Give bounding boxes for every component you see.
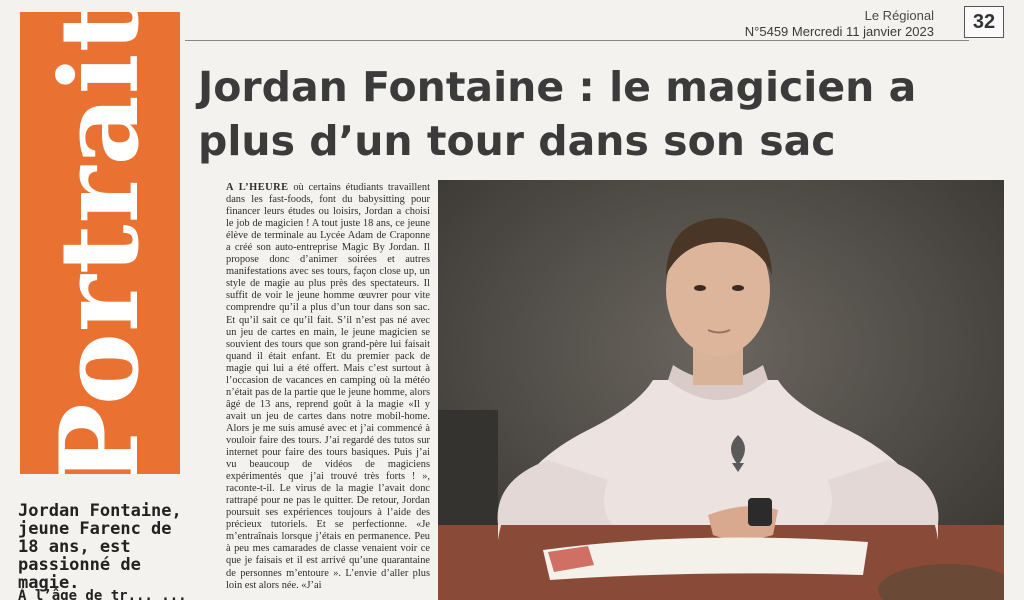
header-rule xyxy=(185,40,969,41)
page-number: 32 xyxy=(964,6,1004,38)
issue-date-line: N°5459 Mercredi 11 janvier 2023 xyxy=(744,24,934,39)
portrait-photo xyxy=(438,180,1004,600)
portrait-illustration xyxy=(438,180,1004,600)
article-text: où certains étudiants travaillent dans l… xyxy=(226,182,430,591)
section-label: Portrait xyxy=(37,12,163,474)
page-header: Le Régional N°5459 Mercredi 11 janvier 2… xyxy=(704,6,1004,42)
article-headline: Jordan Fontaine : le magicien a plus d’u… xyxy=(198,63,917,165)
newspaper-name: Le Régional xyxy=(864,8,934,23)
chair-back xyxy=(438,410,498,530)
caption-continuation: À l’âge de tr... ... xyxy=(18,588,187,600)
photo-caption: Jordan Fontaine, jeune Farenc de 18 ans,… xyxy=(18,501,182,593)
article-body: A L’HEURE où certains étudiants travaill… xyxy=(226,182,430,600)
section-band: Portrait xyxy=(20,12,180,474)
wristwatch xyxy=(748,498,772,526)
article-lead-in: A L’HEURE xyxy=(226,182,289,193)
